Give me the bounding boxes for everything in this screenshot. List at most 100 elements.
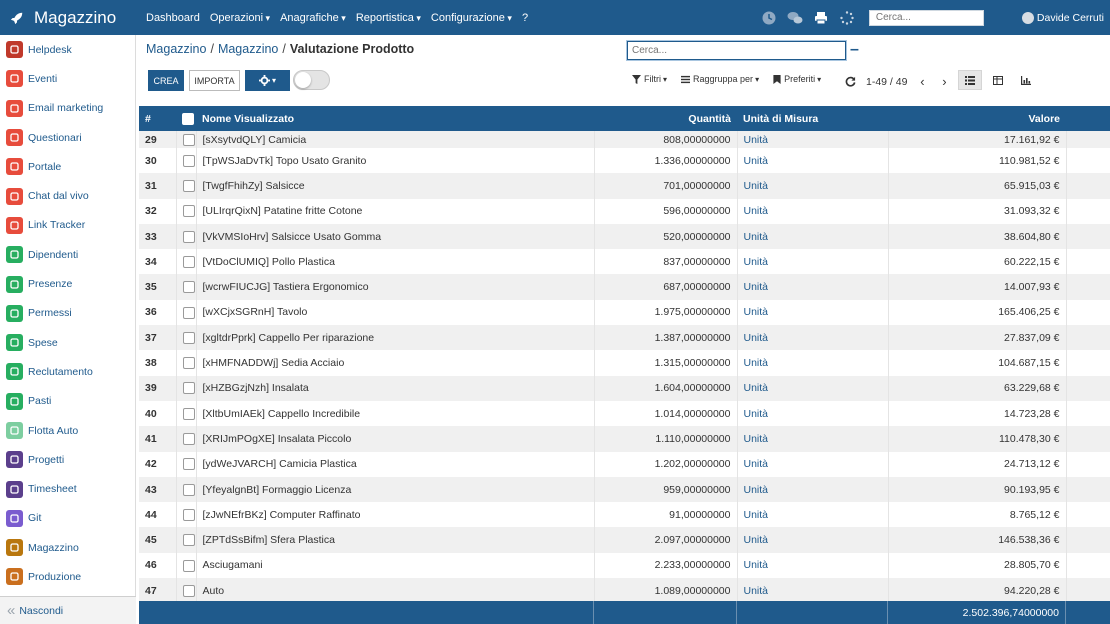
row-uom[interactable]: Unità: [737, 325, 889, 351]
row-select[interactable]: [176, 426, 197, 452]
pager-value[interactable]: 1-49 / 49: [866, 76, 907, 88]
user-menu[interactable]: Davide Cerruti: [1021, 11, 1104, 24]
menu-item[interactable]: Dashboard: [146, 12, 200, 24]
row-uom[interactable]: Unità: [737, 173, 889, 199]
sidebar-item[interactable]: Flotta Auto: [0, 416, 135, 445]
header-uom[interactable]: Unità di Misura: [737, 106, 888, 131]
favorites-button[interactable]: Preferiti ▾: [773, 74, 821, 84]
table-row[interactable]: 47 Auto 1.089,00000000 Unità 94.220,28 €: [139, 578, 1110, 604]
row-select[interactable]: [176, 299, 197, 326]
table-row[interactable]: 44 [zJwNEfrBKz] Computer Raffinato 91,0000…: [139, 502, 1110, 528]
pager-previous-button[interactable]: ‹: [916, 74, 928, 89]
refresh-icon[interactable]: [845, 76, 856, 87]
row-uom[interactable]: Unità: [737, 426, 889, 452]
row-uom[interactable]: Unità: [737, 502, 889, 528]
create-button[interactable]: CREA: [148, 70, 184, 91]
sidebar-collapse-button[interactable]: « Nascondi: [0, 596, 136, 624]
row-checkbox[interactable]: [182, 255, 195, 268]
row-select[interactable]: [176, 502, 197, 528]
sidebar-item[interactable]: Progetti: [0, 445, 135, 474]
sidebar-item[interactable]: Chat dal vivo: [0, 181, 135, 210]
row-uom[interactable]: Unità: [737, 148, 889, 174]
row-uom[interactable]: Unità: [737, 131, 889, 148]
sidebar-item[interactable]: Spese: [0, 328, 135, 357]
row-checkbox[interactable]: [182, 154, 195, 167]
row-uom[interactable]: Unità: [737, 350, 889, 376]
sidebar-item[interactable]: Dipendenti: [0, 240, 135, 269]
row-uom[interactable]: Unità: [737, 249, 889, 275]
import-button[interactable]: IMPORTA: [189, 70, 240, 91]
row-checkbox[interactable]: [182, 483, 195, 496]
filters-button[interactable]: Filtri ▾: [632, 74, 667, 84]
table-row[interactable]: 45 [ZPTdSsBifm] Sfera Plastica 2.097,00000…: [139, 527, 1110, 553]
row-uom[interactable]: Unità: [737, 375, 889, 401]
table-row[interactable]: 43 [YfeyalgnBt] Formaggio Licenza 959,0000…: [139, 476, 1110, 503]
list-view-button[interactable]: [958, 70, 982, 90]
row-uom[interactable]: Unità: [737, 299, 889, 326]
clock-icon[interactable]: [761, 10, 777, 26]
menu-item[interactable]: Anagrafiche: [280, 12, 346, 24]
sidebar-item[interactable]: Eventi: [0, 64, 135, 93]
row-checkbox[interactable]: [182, 433, 195, 446]
actions-gear-button[interactable]: ▾: [245, 70, 290, 91]
sidebar-item[interactable]: Helpdesk: [0, 35, 135, 64]
breadcrumb-link[interactable]: Magazzino: [146, 42, 206, 56]
table-row[interactable]: 29 [sXsytvdQLY] Camicia 808,00000000 Unità 1…: [139, 131, 1110, 148]
sidebar-item[interactable]: Link Tracker: [0, 211, 135, 240]
row-select[interactable]: [176, 400, 197, 427]
row-select[interactable]: [176, 552, 197, 579]
row-select[interactable]: [176, 527, 197, 553]
menu-item[interactable]: Configurazione: [431, 12, 512, 24]
header-value[interactable]: Valore: [888, 106, 1066, 131]
toggle-switch[interactable]: [293, 70, 330, 90]
select-all-checkbox[interactable]: [182, 112, 194, 125]
header-select-all[interactable]: [176, 106, 196, 131]
table-row[interactable]: 42 [ydWeJVARCH] Camicia Plastica 1.202,000…: [139, 451, 1110, 477]
row-select[interactable]: [176, 223, 197, 250]
row-checkbox[interactable]: [182, 382, 195, 395]
graph-view-button[interactable]: [1014, 70, 1038, 90]
menu-item[interactable]: ?: [522, 12, 528, 24]
row-checkbox[interactable]: [182, 407, 195, 420]
row-select[interactable]: [176, 578, 197, 604]
groupby-button[interactable]: Raggruppa per ▾: [681, 74, 759, 84]
table-row[interactable]: 41 [XRIJmPOgXE] Insalata Piccolo 1.110,000…: [139, 426, 1110, 452]
top-search-input[interactable]: [868, 9, 984, 26]
table-row[interactable]: 38 [xHMFNADDWj] Sedia Acciaio 1.315,000000…: [139, 350, 1110, 376]
row-checkbox[interactable]: [182, 458, 195, 471]
row-checkbox[interactable]: [182, 205, 195, 218]
table-row[interactable]: 34 [VtDoClUMIQ] Pollo Plastica 837,0000000…: [139, 249, 1110, 275]
sidebar-item[interactable]: Presenze: [0, 269, 135, 298]
row-uom[interactable]: Unità: [737, 198, 889, 224]
table-row[interactable]: 33 [VkVMSIoHrv] Salsicce Usato Gomma 520,0…: [139, 223, 1110, 250]
pager-next-button[interactable]: ›: [938, 74, 950, 89]
table-row[interactable]: 32 [ULIrqrQixN] Patatine fritte Cotone 596…: [139, 198, 1110, 224]
header-quantity[interactable]: Quantità: [594, 106, 737, 131]
row-checkbox[interactable]: [182, 306, 195, 319]
print-icon[interactable]: [813, 10, 829, 26]
row-checkbox[interactable]: [182, 230, 195, 243]
row-select[interactable]: [176, 274, 197, 300]
row-checkbox[interactable]: [182, 180, 195, 193]
sidebar-item[interactable]: Questionari: [0, 123, 135, 152]
menu-item[interactable]: Reportistica: [356, 12, 421, 24]
row-checkbox[interactable]: [182, 584, 195, 597]
menu-item[interactable]: Operazioni: [210, 12, 270, 24]
table-row[interactable]: 46 Asciugamani 2.233,00000000 Unità 28.805,7…: [139, 552, 1110, 579]
table-row[interactable]: 39 [xHZBGzjNzh] Insalata 1.604,00000000 Uni…: [139, 375, 1110, 401]
table-row[interactable]: 30 [TpWSJaDvTk] Topo Usato Granito 1.336,0…: [139, 148, 1110, 174]
collapse-search-button[interactable]: –: [850, 42, 864, 58]
row-uom[interactable]: Unità: [737, 400, 889, 427]
row-select[interactable]: [176, 476, 197, 503]
table-row[interactable]: 37 [xgltdrPprk] Cappello Per riparazione 1…: [139, 325, 1110, 351]
pivot-view-button[interactable]: [986, 70, 1010, 90]
row-uom[interactable]: Unità: [737, 223, 889, 250]
brand[interactable]: Magazzino: [0, 8, 146, 28]
row-select[interactable]: [176, 375, 197, 401]
row-uom[interactable]: Unità: [737, 527, 889, 553]
row-checkbox[interactable]: [182, 133, 195, 146]
row-select[interactable]: [176, 173, 197, 199]
row-select[interactable]: [176, 148, 197, 174]
row-checkbox[interactable]: [182, 281, 195, 294]
table-row[interactable]: 35 [wcrwFIUCJG] Tastiera Ergonomico 687,00…: [139, 274, 1110, 300]
